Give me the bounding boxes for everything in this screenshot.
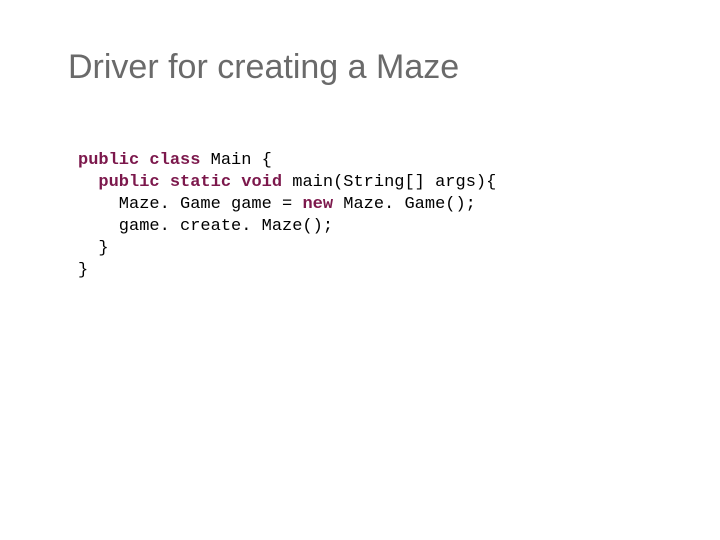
code-text: main(String[] args){ [282,173,496,192]
code-text: Maze. Game(); [333,195,476,214]
keyword-void: void [241,173,282,192]
keyword-public: public [98,173,159,192]
code-text: game. create. Maze(); [78,217,333,236]
keyword-new: new [302,195,333,214]
keyword-class: class [149,151,200,170]
slide: Driver for creating a Maze public class … [0,0,720,540]
code-text: } [78,261,88,280]
code-text: } [78,239,109,258]
code-text: Main { [200,151,271,170]
code-block: public class Main { public static void m… [78,150,496,283]
code-text: Maze. Game game = [78,195,302,214]
keyword-static: static [170,173,231,192]
keyword-public: public [78,151,139,170]
slide-title: Driver for creating a Maze [68,48,459,87]
